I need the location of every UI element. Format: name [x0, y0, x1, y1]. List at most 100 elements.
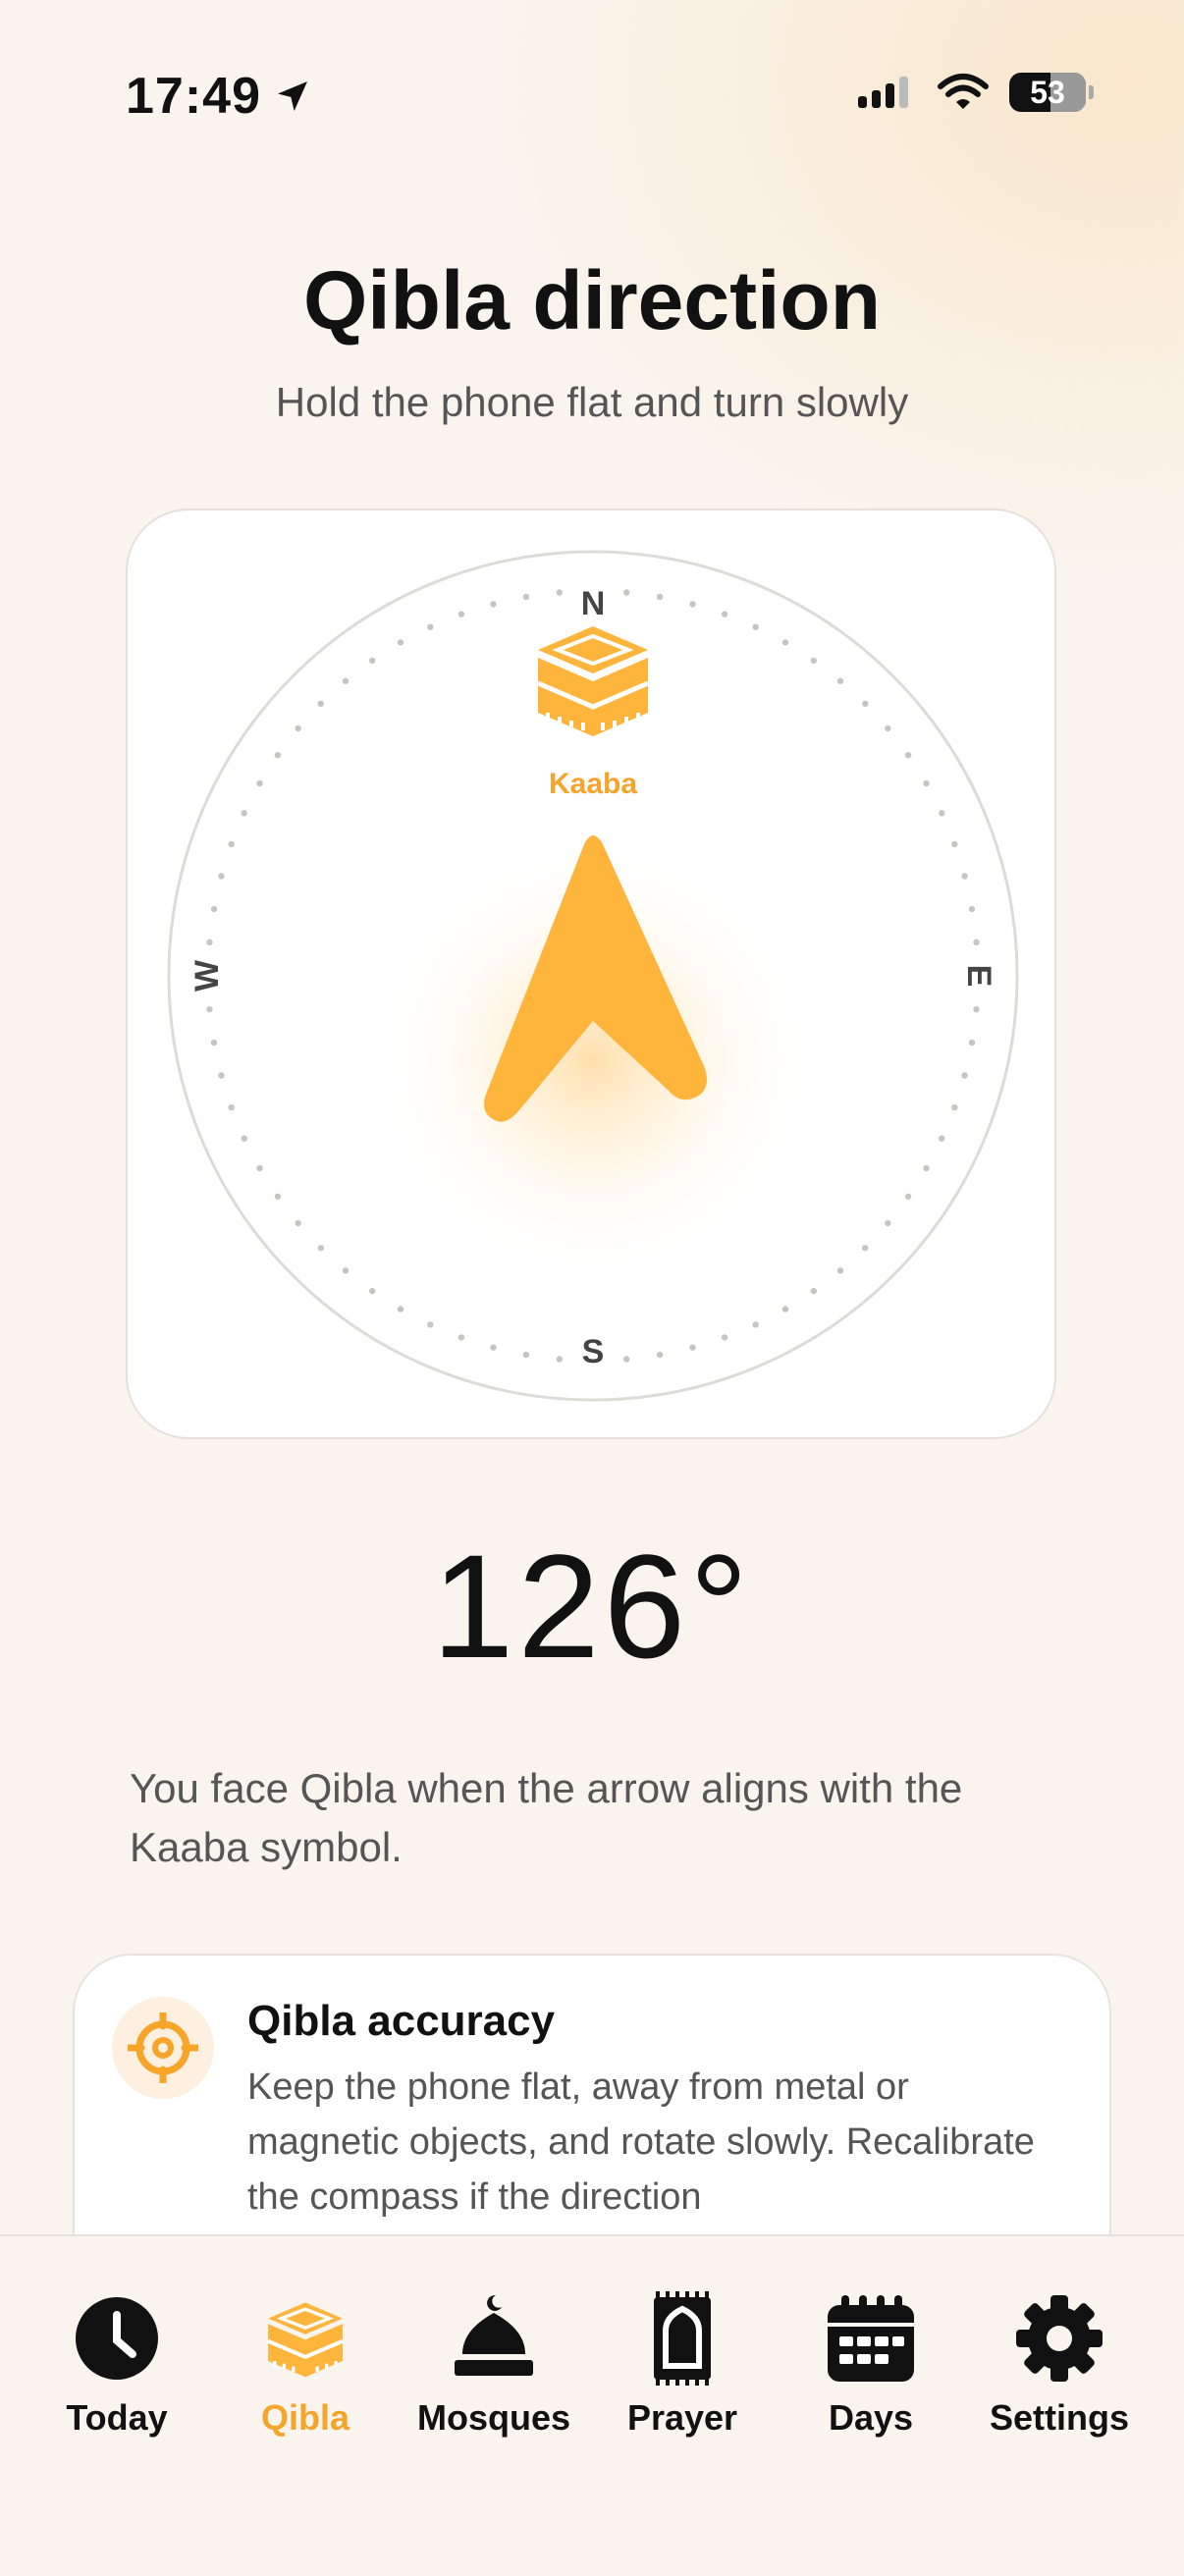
compass-tick — [218, 873, 225, 880]
tab-settings[interactable]: Settings — [966, 2289, 1153, 2439]
compass-tick — [522, 593, 530, 601]
compass-tick — [939, 1135, 945, 1142]
calendar-icon — [828, 2295, 914, 2382]
compass-tick — [274, 1193, 282, 1200]
compass-tick — [457, 1334, 465, 1341]
compass-tick — [317, 1245, 324, 1252]
compass-tick — [968, 1039, 976, 1046]
compass-north-label: N — [581, 585, 606, 622]
compass-tick — [206, 939, 213, 945]
battery-level: 53 — [1030, 74, 1065, 110]
tab-label: Prayer — [626, 2397, 738, 2438]
compass-tick — [218, 1072, 225, 1079]
status-time: 17:49 — [126, 67, 312, 126]
compass-tick — [295, 1219, 301, 1227]
crosshair-icon — [112, 1997, 214, 2099]
accuracy-title: Qibla accuracy — [247, 1997, 556, 2045]
compass-tick — [427, 1321, 434, 1328]
status-icons: 53 — [858, 73, 1094, 112]
compass-tick — [781, 1306, 789, 1313]
compass-tick — [923, 1164, 930, 1172]
compass-tick — [781, 639, 789, 646]
compass-tick — [228, 1103, 235, 1111]
compass-tick — [295, 724, 301, 732]
compass-south-label: S — [582, 1333, 605, 1370]
compass-tick — [457, 611, 465, 617]
mosque-icon — [455, 2294, 533, 2376]
compass-tick — [689, 601, 696, 608]
compass-tick — [522, 1351, 530, 1359]
tab-prayer[interactable]: Prayer — [589, 2289, 776, 2439]
compass-tick — [490, 601, 497, 608]
compass-tick — [973, 1006, 980, 1013]
compass-east-label: E — [960, 965, 997, 988]
wifi-icon — [938, 74, 989, 109]
gear-icon — [1016, 2295, 1103, 2382]
tab-today[interactable]: Today — [24, 2289, 210, 2439]
compass-tick — [342, 677, 350, 684]
compass-tick — [810, 657, 817, 665]
compass-tick — [752, 623, 759, 630]
compass-tick — [923, 779, 930, 787]
compass-tick — [556, 589, 563, 596]
compass-tick — [904, 752, 912, 759]
compass-tick — [228, 840, 235, 848]
compass-tick — [241, 810, 247, 817]
compass-tick — [885, 1219, 891, 1227]
compass-tick — [810, 1287, 817, 1295]
compass-tick — [274, 752, 282, 759]
prayer-mat-icon — [654, 2291, 711, 2386]
page-subtitle: Hold the phone flat and turn slowly — [275, 379, 909, 425]
compass-tick — [904, 1193, 912, 1200]
compass-card: N S E W Kaaba — [126, 509, 1056, 1439]
compass-tick — [427, 623, 434, 630]
compass-tick — [210, 1039, 218, 1046]
compass-tick — [256, 1164, 263, 1172]
clock-icon — [76, 2297, 158, 2380]
compass-tick — [836, 677, 844, 684]
compass-tick — [939, 810, 945, 817]
accuracy-text: Keep the phone flat, away from metal or … — [247, 2066, 1035, 2218]
kaaba-label: Kaaba — [549, 768, 637, 800]
compass-tick — [397, 639, 404, 646]
compass-dial: N S E W Kaaba — [167, 550, 1019, 1402]
compass-tick — [369, 657, 376, 665]
compass-tick — [973, 939, 980, 945]
heading-degrees: 126° — [431, 1524, 753, 1689]
battery-indicator: 53 — [1009, 73, 1094, 112]
tab-days[interactable]: Days — [778, 2289, 964, 2439]
cellular-signal-icon — [858, 77, 908, 108]
compass-west-label: W — [188, 959, 226, 992]
compass-tick — [623, 589, 630, 596]
page-title: Qibla direction — [302, 254, 882, 347]
compass-tick — [342, 1267, 350, 1274]
tab-qibla[interactable]: Qibla — [212, 2289, 399, 2439]
tab-label: Mosques — [416, 2397, 571, 2438]
tab-bar: Today Qibla Mosques Prayer Days Settings — [0, 2234, 1184, 2576]
compass-tick — [369, 1287, 376, 1295]
alignment-hint: You face Qibla when the arrow aligns wit… — [130, 1765, 963, 1870]
compass-tick — [836, 1267, 844, 1274]
compass-tick — [241, 1135, 247, 1142]
compass-tick — [721, 1334, 728, 1341]
compass-tick — [556, 1356, 563, 1363]
compass-tick — [885, 724, 891, 732]
tab-label: Days — [828, 2397, 914, 2438]
compass-tick — [961, 873, 968, 880]
compass-tick — [623, 1356, 630, 1363]
compass-tick — [317, 700, 324, 707]
location-arrow-icon — [278, 81, 307, 111]
compass-tick — [490, 1344, 497, 1351]
compass-tick — [968, 905, 976, 913]
compass-tick — [862, 1245, 869, 1252]
tab-label: Settings — [989, 2397, 1129, 2438]
tab-mosques[interactable]: Mosques — [401, 2289, 587, 2439]
compass-tick — [689, 1344, 696, 1351]
compass-tick — [951, 840, 958, 848]
compass-tick — [961, 1072, 968, 1079]
compass-tick — [206, 1006, 213, 1013]
compass-tick — [656, 1351, 664, 1359]
compass-tick — [721, 611, 728, 617]
compass-tick — [862, 700, 869, 707]
compass-tick — [656, 593, 664, 601]
